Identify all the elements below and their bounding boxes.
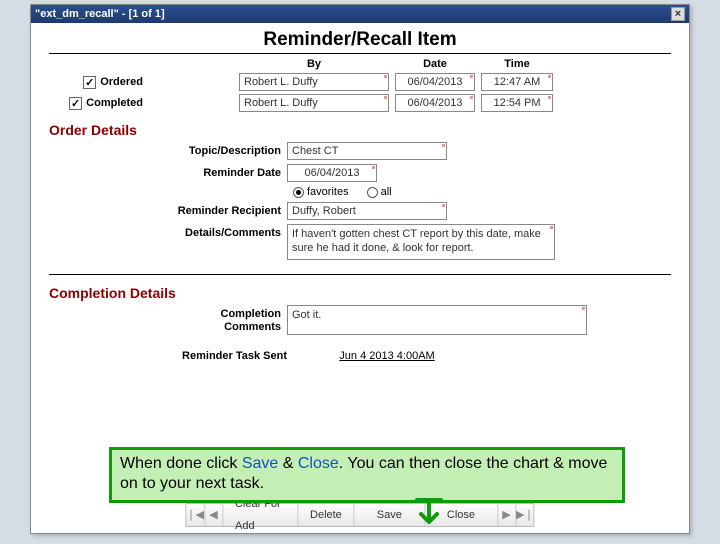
completion-comments-field[interactable]: Got it. [287, 305, 587, 335]
radio-icon [367, 187, 378, 198]
close-button[interactable]: Close [425, 504, 498, 526]
topic-field[interactable]: Chest CT [287, 142, 447, 160]
bottom-toolbar: ❘◀ ◀ Clear For Add Delete Save Close ▶ ▶… [185, 503, 534, 527]
recipient-filter-radios: favorites all [293, 186, 671, 198]
delete-button[interactable]: Delete [298, 504, 355, 526]
completed-time-field[interactable]: 12:54 PM [481, 94, 553, 112]
ordered-label: Ordered [100, 76, 143, 88]
completed-by-field[interactable]: Robert L. Duffy [239, 94, 389, 112]
reminder-date-field[interactable]: 06/04/2013 [287, 164, 377, 182]
instruction-save-word: Save [242, 455, 278, 472]
completion-details-heading: Completion Details [49, 285, 671, 301]
details-field[interactable]: If haven't gotten chest CT report by thi… [287, 224, 555, 260]
close-icon[interactable]: × [671, 7, 685, 21]
reminder-task-sent-label: Reminder Task Sent [49, 350, 287, 362]
completed-date-field[interactable]: 06/04/2013 [395, 94, 475, 112]
dialog-window: "ext_dm_recall" - [1 of 1] × Reminder/Re… [30, 4, 690, 534]
prev-record-button[interactable]: ◀ [205, 504, 223, 526]
instruction-callout: When done click Save & Close. You can th… [109, 447, 625, 503]
completed-row: ✓ Completed Robert L. Duffy 06/04/2013 1… [49, 94, 671, 112]
next-record-button[interactable]: ▶ [498, 504, 516, 526]
col-by: By [239, 58, 389, 70]
clear-for-add-button[interactable]: Clear For Add [223, 504, 298, 526]
recipient-row: Reminder Recipient Duffy, Robert [49, 202, 671, 220]
reminder-task-sent-value: Jun 4 2013 4:00AM [297, 349, 477, 363]
details-label: Details/Comments [49, 224, 287, 239]
reminder-task-sent-row: Reminder Task Sent Jun 4 2013 4:00AM [49, 349, 671, 363]
reminder-date-row: Reminder Date 06/04/2013 [49, 164, 671, 182]
radio-all[interactable]: all [367, 186, 392, 198]
divider [49, 53, 671, 54]
recipient-label: Reminder Recipient [49, 202, 287, 217]
col-time: Time [481, 58, 553, 70]
ordered-time-field[interactable]: 12:47 AM [481, 73, 553, 91]
content-area: Reminder/Recall Item By Date Time ✓ Orde… [31, 23, 689, 363]
col-date: Date [395, 58, 475, 70]
completed-checkbox[interactable]: ✓ [69, 97, 82, 110]
radio-favorites[interactable]: favorites [293, 186, 349, 198]
save-button[interactable]: Save [355, 504, 425, 526]
window-title: "ext_dm_recall" - [1 of 1] [35, 5, 165, 23]
topic-row: Topic/Description Chest CT [49, 142, 671, 160]
topic-label: Topic/Description [49, 142, 287, 157]
divider [49, 274, 671, 275]
completion-comments-label: CompletionComments [49, 305, 287, 334]
completed-label: Completed [86, 97, 143, 109]
ordered-row: ✓ Ordered Robert L. Duffy 06/04/2013 12:… [49, 73, 671, 91]
completion-comments-row: CompletionComments Got it. [49, 305, 671, 335]
recipient-field[interactable]: Duffy, Robert [287, 202, 447, 220]
first-record-button[interactable]: ❘◀ [186, 504, 205, 526]
ordered-checkbox[interactable]: ✓ [83, 76, 96, 89]
ordered-by-field[interactable]: Robert L. Duffy [239, 73, 389, 91]
ordered-date-field[interactable]: 06/04/2013 [395, 73, 475, 91]
page-title: Reminder/Recall Item [49, 29, 671, 51]
last-record-button[interactable]: ▶❘ [516, 504, 534, 526]
status-column-headers: By Date Time [49, 58, 671, 70]
details-row: Details/Comments If haven't gotten chest… [49, 224, 671, 260]
radio-icon [293, 187, 304, 198]
instruction-close-word: Close [298, 455, 339, 472]
titlebar: "ext_dm_recall" - [1 of 1] × [31, 5, 689, 23]
reminder-date-label: Reminder Date [49, 164, 287, 179]
order-details-heading: Order Details [49, 122, 671, 138]
